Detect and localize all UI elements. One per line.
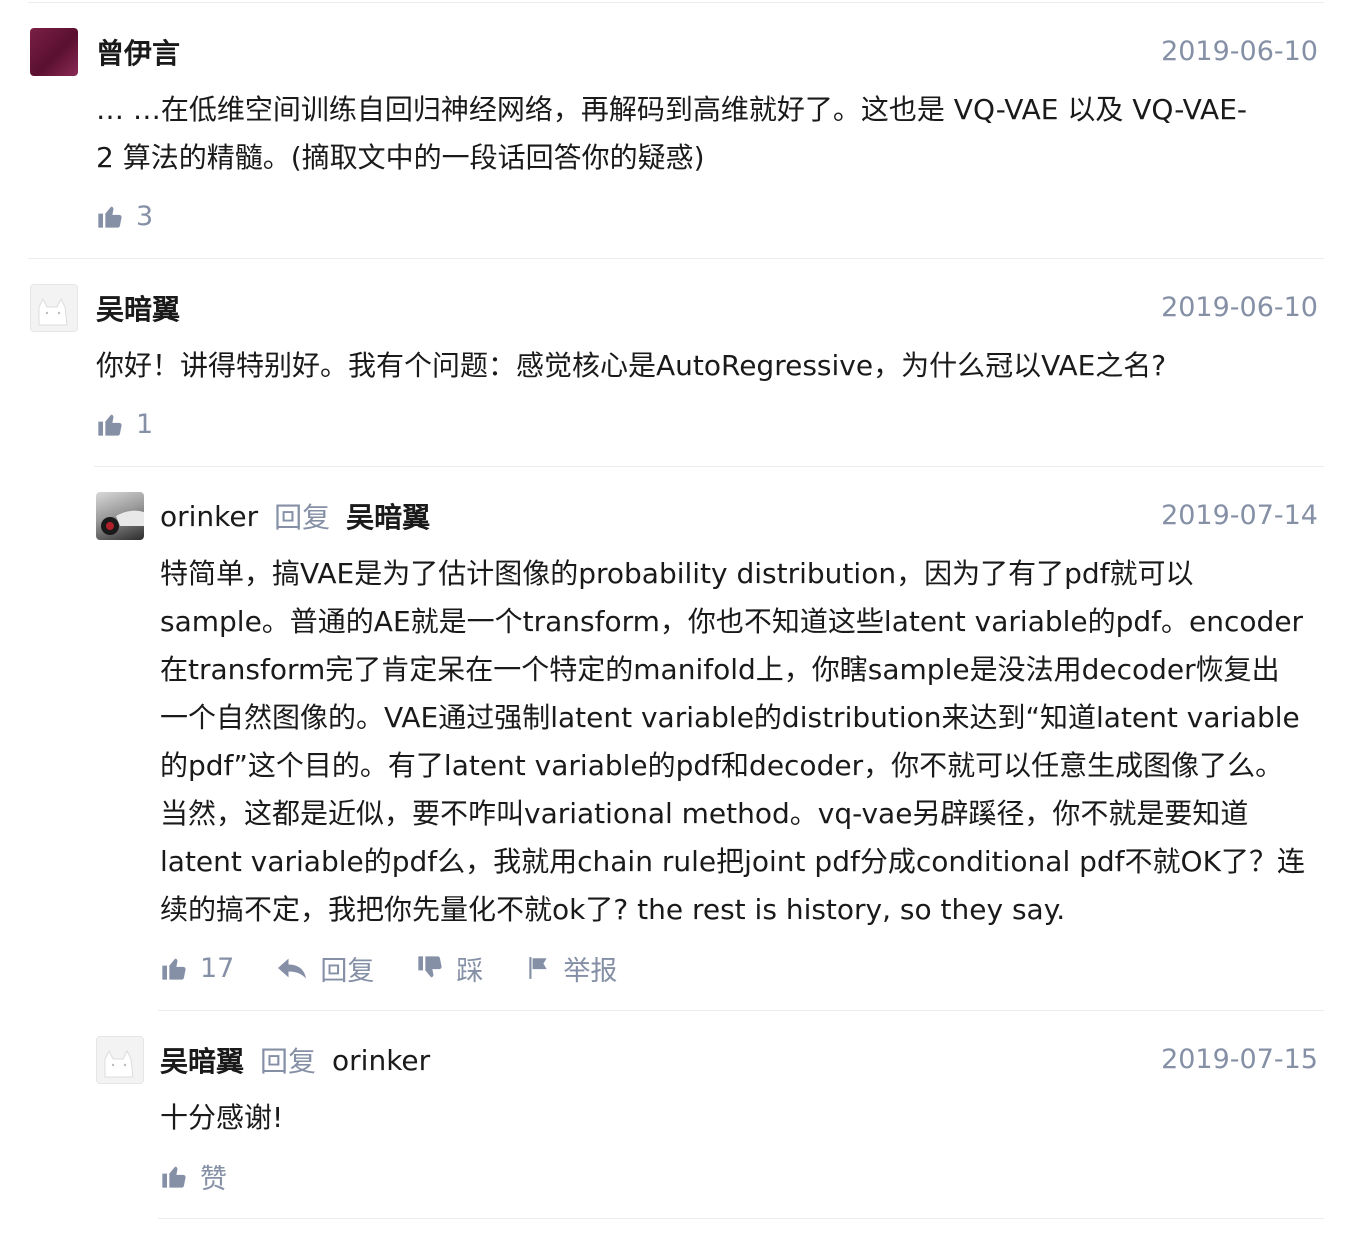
comment-divider	[28, 258, 1324, 259]
content-line: 当然，这都是近似，要不咋叫variational method。vq-vae另辟…	[160, 797, 1249, 830]
comment-content: 特简单，搞VAE是为了估计图像的probability distribution…	[160, 550, 1305, 934]
thumbs-up-icon	[162, 958, 186, 980]
content-line: 的pdf”这个目的。有了latent variable的pdf和decoder，…	[160, 749, 1284, 782]
like-count: 3	[136, 200, 154, 232]
reply-button[interactable]: 回复	[276, 949, 374, 988]
content-line: 特简单，搞VAE是为了估计图像的probability distribution…	[160, 557, 1194, 590]
comment-date: 2019-06-10	[1161, 292, 1318, 323]
content-line: 续的搞不定，我把你先量化不就ok了? the rest is history, …	[160, 893, 1066, 926]
like-button[interactable]: 17	[160, 953, 234, 984]
content-line: 2 算法的精髓。(摘取文中的一段话回答你的疑惑)	[96, 141, 705, 174]
dislike-label: 踩	[456, 955, 484, 987]
like-button[interactable]: 赞	[160, 1157, 227, 1196]
thumbs-down-icon	[418, 956, 442, 978]
comment-divider	[94, 466, 1324, 467]
like-count: 1	[136, 408, 154, 440]
author-name[interactable]: 吴暗翼	[96, 288, 180, 328]
cat-avatar-image	[104, 1049, 134, 1078]
comment-date: 2019-07-14	[1161, 500, 1318, 531]
comment-content: … …在低维空间训练自回归神经网络，再解码到高维就好了。这也是 VQ-VAE 以…	[96, 86, 1247, 182]
reply-label: 回复	[260, 1045, 317, 1078]
report-label: 举报	[563, 955, 618, 987]
dislike-button[interactable]: 踩	[416, 949, 483, 988]
content-line: latent variable的pdf么，我就用chain rule把joint…	[160, 845, 1305, 878]
comment-divider	[158, 1218, 1324, 1219]
reply-target-name[interactable]: orinker	[332, 1044, 430, 1077]
reply-icon	[278, 958, 307, 979]
reply-label: 回复	[274, 501, 331, 534]
reply-label: 回复	[320, 955, 375, 987]
like-button[interactable]: 3	[96, 201, 153, 232]
comment-content: 你好！讲得特别好。我有个问题：感觉核心是AutoRegressive，为什么冠以…	[96, 342, 1166, 390]
avatar[interactable]	[30, 284, 78, 332]
content-line: 你好！讲得特别好。我有个问题：感觉核心是AutoRegressive，为什么冠以…	[96, 349, 1167, 382]
comment-date: 2019-06-10	[1161, 36, 1318, 67]
thumbs-up-icon	[98, 206, 122, 228]
author-name[interactable]: orinker	[160, 500, 258, 533]
reply-target-name[interactable]: 吴暗翼	[346, 496, 430, 536]
avatar[interactable]	[96, 492, 144, 540]
content-line: 一个自然图像的。VAE通过强制latent variable的distribut…	[160, 701, 1300, 734]
content-line: sample。普通的AE就是一个transform，你也不知道这些latent …	[160, 605, 1304, 638]
content-line: … …在低维空间训练自回归神经网络，再解码到高维就好了。这也是 VQ-VAE 以…	[96, 93, 1247, 126]
cat-avatar-image	[38, 297, 68, 326]
like-button[interactable]: 1	[96, 409, 153, 440]
avatar[interactable]	[30, 28, 78, 76]
avatar[interactable]	[96, 1036, 144, 1084]
car-avatar-image	[101, 510, 144, 535]
like-label: 赞	[200, 1163, 227, 1195]
report-button[interactable]: 举报	[525, 949, 617, 988]
top-divider	[28, 2, 1324, 3]
thumbs-up-icon	[98, 414, 122, 436]
flag-icon	[529, 957, 548, 979]
comment-date: 2019-07-15	[1161, 1044, 1318, 1075]
content-line: 在transform完了肯定呆在一个特定的manifold上，你瞎sample是…	[160, 653, 1280, 686]
thumbs-up-icon	[162, 1166, 186, 1188]
author-name[interactable]: 吴暗翼	[160, 1040, 244, 1080]
author-name[interactable]: 曾伊言	[96, 32, 180, 72]
content-line: 十分感谢!	[160, 1101, 284, 1134]
comment-content: 十分感谢!	[160, 1094, 283, 1142]
like-count: 17	[200, 952, 235, 984]
comment-divider	[158, 1010, 1324, 1011]
